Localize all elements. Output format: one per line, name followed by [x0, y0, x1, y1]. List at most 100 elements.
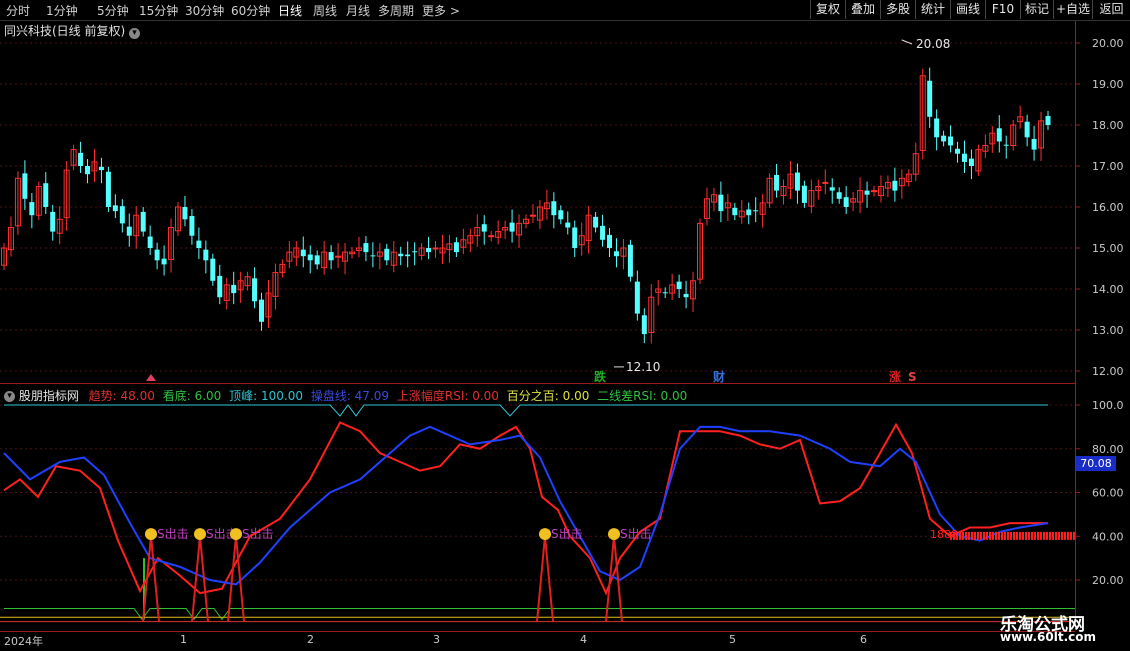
signal-band-mark [1046, 531, 1048, 540]
candle-body [753, 210, 759, 212]
candle-body [259, 299, 265, 322]
indicator-legend: ▾ 股朋指标网 趋势: 48.00 看底: 6.00 顶峰: 100.00 操盘… [4, 387, 687, 404]
signal-band-mark [1028, 531, 1030, 540]
candle-body [126, 226, 132, 236]
indicator-tick-label: 20.00 [1092, 574, 1124, 587]
signal-band-mark [986, 531, 988, 540]
signal-band-mark [971, 531, 973, 540]
candle-body [718, 194, 724, 212]
time-label-apr: 4 [580, 633, 587, 646]
signal-label: S出击 [242, 527, 274, 541]
price-axis-line [1075, 21, 1076, 630]
candle-body [412, 251, 418, 253]
signal-band-mark [974, 531, 976, 540]
panel-divider [0, 383, 1075, 384]
signal-band-mark [1019, 531, 1021, 540]
signal-label: S出击 [157, 527, 189, 541]
time-label-year: 2024年 [4, 635, 43, 648]
candle-body [529, 214, 536, 217]
candle-body [607, 234, 613, 248]
candle-body [105, 171, 111, 207]
trend-value: 趋势: 48.00 [88, 389, 155, 403]
candle-body [961, 153, 967, 162]
candle-body [488, 235, 495, 238]
diff-rsi-value: 二线差RSI: 0.00 [597, 389, 688, 403]
signal-band-mark [983, 531, 985, 540]
candle-body [112, 205, 118, 212]
time-label-mar: 3 [433, 633, 440, 646]
signal-label: S出击 [551, 527, 583, 541]
indicator-name[interactable]: 股朋指标网 [19, 389, 79, 403]
candle-body [941, 135, 947, 142]
rise-rsi-value: 上涨幅度RSI: 0.00 [396, 389, 499, 403]
candle-body [85, 166, 91, 175]
bottom-value: 看底: 6.00 [162, 389, 222, 403]
high-price-label: 20.08 [916, 37, 950, 51]
candlestick-chart[interactable]: 20.00 19.00 18.00 17.00 16.00 15.00 14.00 13.00… [0, 0, 1130, 650]
candle-body [613, 251, 619, 257]
candle-body [1024, 121, 1030, 138]
time-label-feb: 2 [307, 633, 314, 646]
candle-body [252, 278, 258, 302]
candle-body [948, 136, 954, 146]
indicator-tick-label: 60.00 [1092, 487, 1124, 500]
signal-band-mark [1058, 531, 1060, 540]
candle-body [934, 118, 940, 138]
signal-band-mark [998, 531, 1000, 540]
candle-body [210, 258, 216, 281]
candle-body [328, 252, 334, 261]
candle-body [78, 152, 84, 166]
candle-body [774, 175, 780, 191]
candle-body [829, 187, 835, 191]
candle-body [1045, 115, 1051, 125]
candle-body [98, 166, 104, 171]
candle-body [481, 224, 487, 232]
peak-line [4, 404, 1048, 417]
candle-body [558, 210, 564, 220]
candle-body [801, 185, 807, 203]
signal-band-mark [962, 531, 964, 540]
price-tick-label: 19.00 [1092, 78, 1124, 91]
smiley-icon [230, 528, 242, 541]
candle-body [683, 293, 689, 298]
candle-body [398, 253, 404, 257]
smiley-icon [539, 528, 551, 541]
signal-band-mark [1016, 531, 1018, 540]
candle-body [551, 201, 557, 216]
candle-body [203, 249, 209, 261]
candle-body [634, 281, 640, 314]
signal-band-mark [1001, 531, 1003, 540]
candle-body [1031, 138, 1037, 150]
candle-body [119, 206, 125, 224]
candle-body [231, 284, 237, 294]
candle-body [43, 183, 49, 207]
event-marker: S [908, 370, 917, 384]
watermark-url: www.60lt.com [1000, 630, 1097, 644]
signal-band-mark [992, 531, 994, 540]
signal-band-mark [1037, 531, 1039, 540]
price-tick-label: 14.00 [1092, 283, 1124, 296]
candle-body [370, 255, 376, 257]
candle-body [405, 254, 411, 257]
price-tick-label: 20.00 [1092, 37, 1124, 50]
low-price-label: 12.10 [626, 360, 660, 374]
time-label-jan: 1 [180, 633, 187, 646]
signal-band-mark [1052, 531, 1054, 540]
candle-body [593, 216, 599, 228]
candle-body [147, 236, 153, 248]
candle-body [927, 80, 933, 117]
candle-body [314, 255, 320, 265]
settings-circle-icon[interactable]: ▾ [4, 391, 15, 402]
signal-band-mark [977, 531, 979, 540]
current-value-box: 70.08 [1076, 456, 1116, 471]
candle-body [363, 243, 369, 253]
candle-body [335, 255, 342, 258]
smiley-icon [194, 528, 206, 541]
candle-body [600, 225, 606, 240]
candle-body [453, 242, 459, 253]
signal-band-mark [989, 531, 991, 540]
candle-body [182, 207, 188, 220]
candle-body [641, 315, 647, 335]
signal-band-mark [965, 531, 967, 540]
candle-body [662, 292, 668, 294]
